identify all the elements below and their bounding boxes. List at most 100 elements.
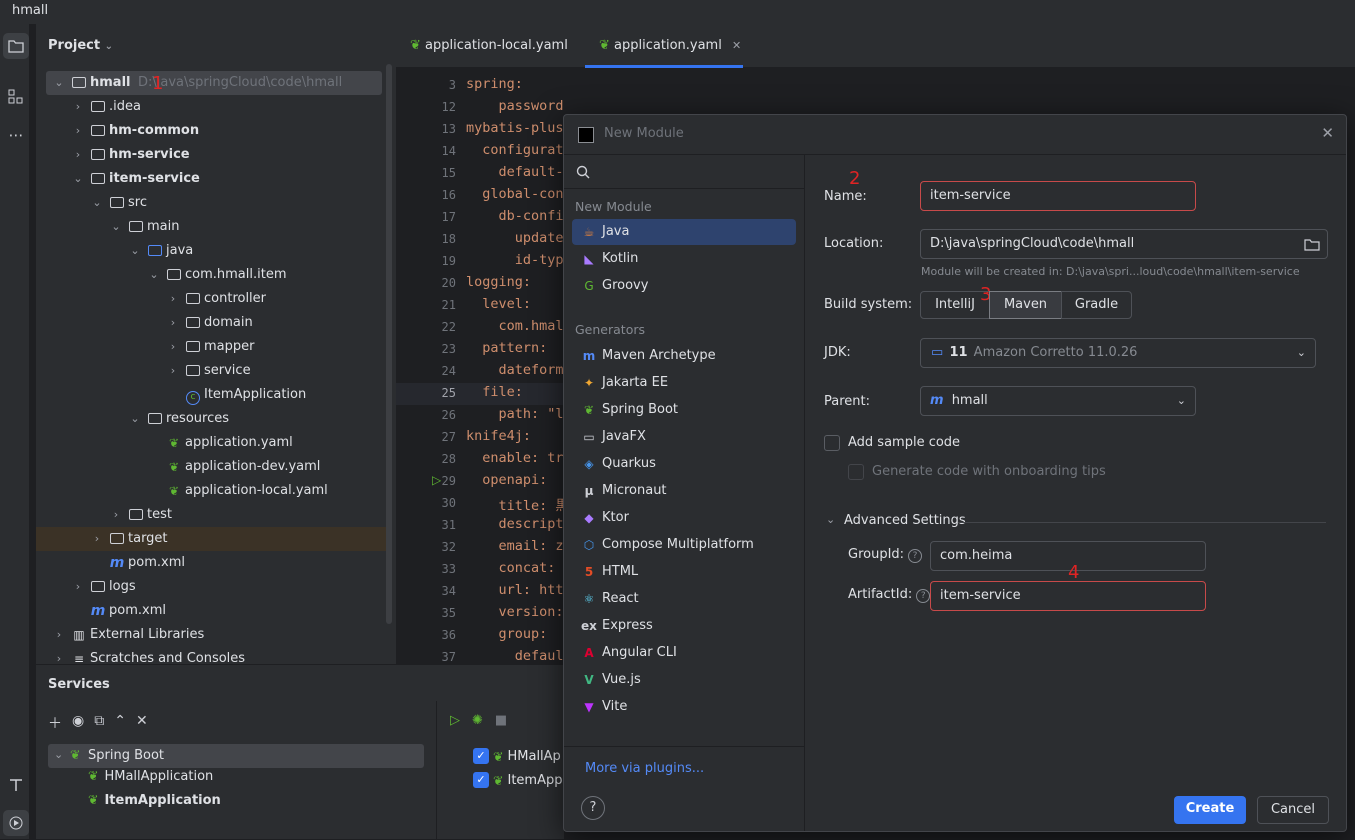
checked-checkbox[interactable]: ✓ bbox=[473, 772, 489, 788]
stop-icon[interactable]: ■ bbox=[495, 713, 507, 728]
code-line[interactable]: openapi: bbox=[466, 472, 547, 488]
chevron-right-icon[interactable]: › bbox=[111, 503, 121, 527]
parent-select[interactable]: m hmall ⌄ bbox=[920, 386, 1196, 416]
debug-icon[interactable]: ✺ bbox=[472, 713, 483, 728]
generator-item[interactable]: ⚛ React bbox=[572, 586, 796, 612]
code-line[interactable]: update bbox=[466, 230, 564, 246]
code-line[interactable]: com.hmal bbox=[466, 318, 564, 334]
code-line[interactable]: url: http bbox=[466, 582, 567, 598]
tree-item[interactable]: ⌄ hmall D:\java\springCloud\code\hmall bbox=[46, 71, 382, 95]
services-right-item[interactable]: ✓ ❦ ItemApp bbox=[473, 770, 562, 790]
chevron-down-icon[interactable]: ⌄ bbox=[111, 215, 121, 239]
tree-item[interactable]: c ItemApplication bbox=[36, 383, 386, 407]
name-field[interactable]: item-service bbox=[920, 181, 1196, 211]
generator-item[interactable]: ⬡ Compose Multiplatform bbox=[572, 532, 796, 558]
chevron-down-icon[interactable]: ⌄ bbox=[149, 263, 159, 287]
create-button[interactable]: Create bbox=[1174, 796, 1246, 824]
code-line[interactable]: global-con bbox=[466, 186, 563, 202]
code-line[interactable]: group: bbox=[466, 626, 548, 642]
tree-item[interactable]: › target bbox=[36, 527, 386, 551]
tree-item[interactable]: ❦ application-local.yaml bbox=[36, 479, 386, 503]
code-line[interactable]: knife4j: bbox=[466, 428, 531, 444]
eye-icon[interactable]: ◉ bbox=[72, 713, 84, 733]
services-right-item[interactable]: ✓ ❦ HMallAp bbox=[473, 746, 561, 766]
tree-item[interactable]: ⌄ item-service bbox=[36, 167, 386, 191]
help-button[interactable]: ? bbox=[581, 796, 605, 820]
structure-tool-icon[interactable] bbox=[3, 84, 29, 110]
tab-application-yaml[interactable]: ❦ application.yaml ✕ bbox=[585, 24, 743, 68]
code-line[interactable]: title: 黒 bbox=[466, 494, 567, 514]
code-line[interactable]: version: bbox=[466, 604, 564, 620]
services-tree-row-item[interactable]: ❦ ItemApplication bbox=[88, 792, 221, 816]
chevron-right-icon[interactable]: › bbox=[92, 527, 102, 551]
chevron-right-icon[interactable]: › bbox=[168, 359, 178, 383]
run-gutter-icon[interactable]: ▷ bbox=[432, 473, 441, 487]
tree-item[interactable]: › service bbox=[36, 359, 386, 383]
tree-item[interactable]: ⌄ src bbox=[36, 191, 386, 215]
tree-item[interactable]: ❦ application.yaml bbox=[36, 431, 386, 455]
generator-item[interactable]: ❦ Spring Boot bbox=[572, 397, 796, 423]
cancel-button[interactable]: Cancel bbox=[1257, 796, 1329, 824]
generator-item[interactable]: m Maven Archetype bbox=[572, 343, 796, 369]
chevron-right-icon[interactable]: › bbox=[73, 575, 83, 599]
generator-item[interactable]: ◈ Quarkus bbox=[572, 451, 796, 477]
sample-code-checkbox[interactable] bbox=[824, 435, 840, 451]
code-line[interactable]: concat: bbox=[466, 560, 564, 576]
tree-item[interactable]: › ▥ External Libraries bbox=[36, 623, 386, 647]
checked-checkbox[interactable]: ✓ bbox=[473, 748, 489, 764]
generator-item[interactable]: 5 HTML bbox=[572, 559, 796, 585]
code-line[interactable]: id-type bbox=[466, 252, 566, 268]
code-line[interactable]: configurati bbox=[466, 142, 566, 158]
code-line[interactable]: mybatis-plus bbox=[466, 120, 564, 136]
module-type-groovy[interactable]: G Groovy bbox=[572, 273, 796, 299]
chevron-right-icon[interactable]: › bbox=[168, 311, 178, 335]
generator-item[interactable]: ▼ Vite bbox=[572, 694, 796, 720]
jdk-select[interactable]: ▭ 11 Amazon Corretto 11.0.26 ⌄ bbox=[920, 338, 1316, 368]
code-line[interactable]: level: bbox=[466, 296, 531, 312]
tree-item[interactable]: › mapper bbox=[36, 335, 386, 359]
tree-item[interactable]: › .idea bbox=[36, 95, 386, 119]
chevron-right-icon[interactable]: › bbox=[54, 623, 64, 647]
tree-item[interactable]: › test bbox=[36, 503, 386, 527]
build-tool-icon[interactable] bbox=[3, 772, 29, 798]
code-line[interactable]: descript bbox=[466, 516, 564, 532]
project-tool-icon[interactable] bbox=[3, 33, 29, 59]
code-line[interactable]: default- bbox=[466, 164, 564, 180]
help-icon[interactable]: ? bbox=[916, 589, 931, 603]
generator-item[interactable]: ▭ JavaFX bbox=[572, 424, 796, 450]
folder-browse-icon[interactable] bbox=[1304, 238, 1320, 251]
chevron-down-icon[interactable]: ⌄ bbox=[130, 407, 140, 431]
tree-item[interactable]: ❦ application-dev.yaml bbox=[36, 455, 386, 479]
generator-item[interactable]: ex Express bbox=[572, 613, 796, 639]
services-tool-icon[interactable] bbox=[3, 810, 29, 836]
project-panel-header[interactable]: Project ⌄ bbox=[48, 38, 113, 53]
code-line[interactable]: pattern: bbox=[466, 340, 547, 356]
location-field[interactable]: D:\java\springCloud\code\hmall bbox=[920, 229, 1328, 259]
build-option-maven[interactable]: Maven bbox=[989, 291, 1062, 319]
code-line[interactable]: path: "l bbox=[466, 406, 564, 422]
tree-item[interactable]: › logs bbox=[36, 575, 386, 599]
code-line[interactable]: logging: bbox=[466, 274, 531, 290]
chevron-right-icon[interactable]: › bbox=[73, 95, 83, 119]
tree-item[interactable]: ⌄ com.hmall.item bbox=[36, 263, 386, 287]
module-type-kotlin[interactable]: ◣ Kotlin bbox=[572, 246, 796, 272]
services-tree-row-springboot[interactable]: ⌄ ❦ Spring Boot bbox=[48, 744, 424, 768]
tree-item[interactable]: m pom.xml bbox=[36, 551, 386, 575]
chevron-right-icon[interactable]: › bbox=[73, 143, 83, 167]
tree-item[interactable]: ⌄ resources bbox=[36, 407, 386, 431]
expand-all-icon[interactable]: ⌃ bbox=[114, 713, 126, 733]
chevron-right-icon[interactable]: › bbox=[73, 119, 83, 143]
services-tree-row-hmall[interactable]: ❦ HMallApplication bbox=[88, 768, 213, 792]
chevron-down-icon[interactable]: ⌄ bbox=[73, 167, 83, 191]
new-tab-icon[interactable]: ⧉ bbox=[94, 713, 104, 733]
tab-application-local[interactable]: ❦ application-local.yaml bbox=[396, 24, 580, 68]
tree-scrollbar[interactable] bbox=[386, 64, 392, 624]
code-line[interactable]: enable: tr bbox=[466, 450, 563, 466]
onboarding-checkbox[interactable] bbox=[848, 464, 864, 480]
more-tools-icon[interactable]: ⋯ bbox=[3, 122, 29, 148]
chevron-right-icon[interactable]: › bbox=[168, 287, 178, 311]
code-line[interactable]: file: bbox=[466, 384, 523, 400]
advanced-settings-toggle[interactable]: ⌄ Advanced Settings bbox=[826, 513, 1326, 531]
search-box[interactable] bbox=[564, 155, 804, 189]
tree-item[interactable]: › hm-service bbox=[36, 143, 386, 167]
